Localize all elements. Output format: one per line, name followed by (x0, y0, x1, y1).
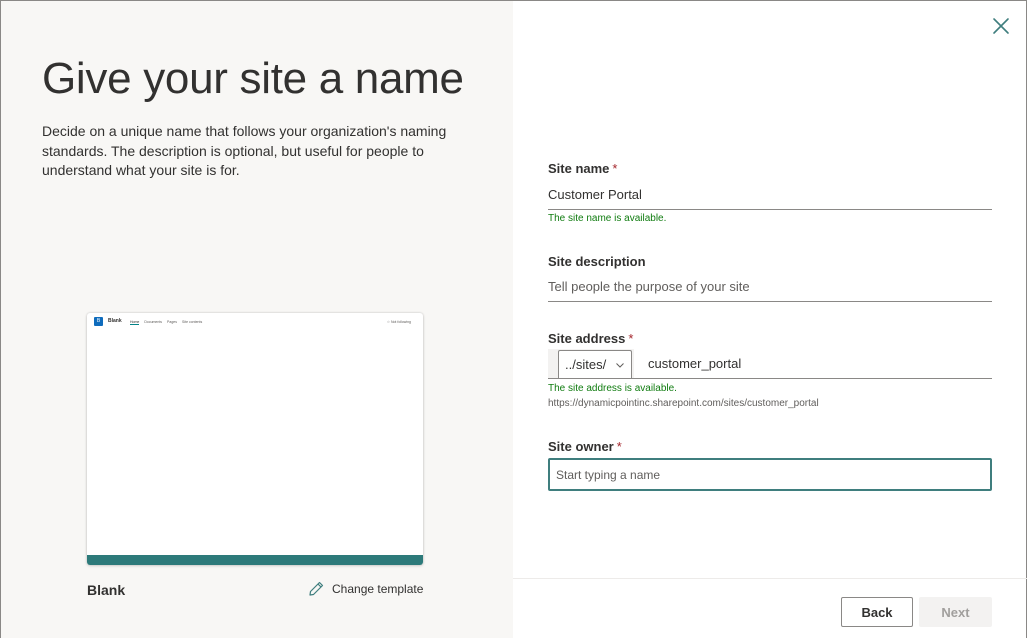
site-address-full-url: https://dynamicpointinc.sharepoint.com/s… (548, 398, 819, 409)
address-prefix-value: ../sites/ (565, 357, 607, 372)
preview-selection-bar (87, 555, 423, 565)
close-icon[interactable] (990, 15, 1012, 37)
site-name-label: Site name * (548, 161, 617, 176)
intro-text: Decide on a unique name that follows you… (42, 123, 447, 178)
preview-header: B Blank Home Documents Pages Site conten… (87, 313, 423, 331)
chevron-down-icon (616, 363, 624, 368)
site-address-row: ../sites/ (548, 349, 992, 379)
site-owner-input[interactable] (548, 458, 992, 491)
address-prefix-dropdown[interactable]: ../sites/ (558, 350, 632, 378)
template-name: Blank (87, 582, 126, 598)
site-description-label: Site description (548, 254, 646, 269)
required-marker: * (616, 439, 622, 454)
site-owner-label-text: Site owner (548, 439, 614, 454)
pencil-icon (309, 581, 324, 596)
preview-nav-item: Home (130, 320, 140, 325)
site-owner-label: Site owner * (548, 439, 622, 454)
required-marker: * (612, 161, 618, 176)
preview-follow: ☆ Not following (386, 320, 411, 324)
change-template-label: Change template (332, 581, 424, 596)
site-address-status: The site address is available. (548, 383, 677, 394)
next-button[interactable]: Next (919, 597, 992, 627)
change-template-link[interactable]: Change template (308, 580, 423, 597)
site-name-label-text: Site name (548, 161, 610, 176)
site-address-label: Site address * (548, 331, 633, 346)
right-pane (513, 0, 1027, 638)
back-button[interactable]: Back (841, 597, 913, 627)
preview-nav-item: Site contents (181, 320, 203, 324)
site-address-input[interactable] (648, 349, 988, 378)
preview-logo: B (94, 317, 103, 326)
preview-nav-item: Documents (144, 320, 163, 324)
site-name-input[interactable] (548, 180, 992, 210)
preview-site-title: Blank (108, 318, 122, 324)
site-address-label-text: Site address (548, 331, 626, 346)
template-preview[interactable]: B Blank Home Documents Pages Site conten… (87, 313, 423, 565)
footer-divider (513, 578, 1027, 579)
site-name-status: The site name is available. (548, 213, 667, 224)
preview-nav: Home Documents Pages Site contents (130, 320, 202, 325)
page-title: Give your site a name (42, 54, 464, 103)
preview-nav-item: Pages (167, 320, 177, 324)
site-description-input[interactable] (548, 272, 992, 302)
required-marker: * (628, 331, 634, 346)
